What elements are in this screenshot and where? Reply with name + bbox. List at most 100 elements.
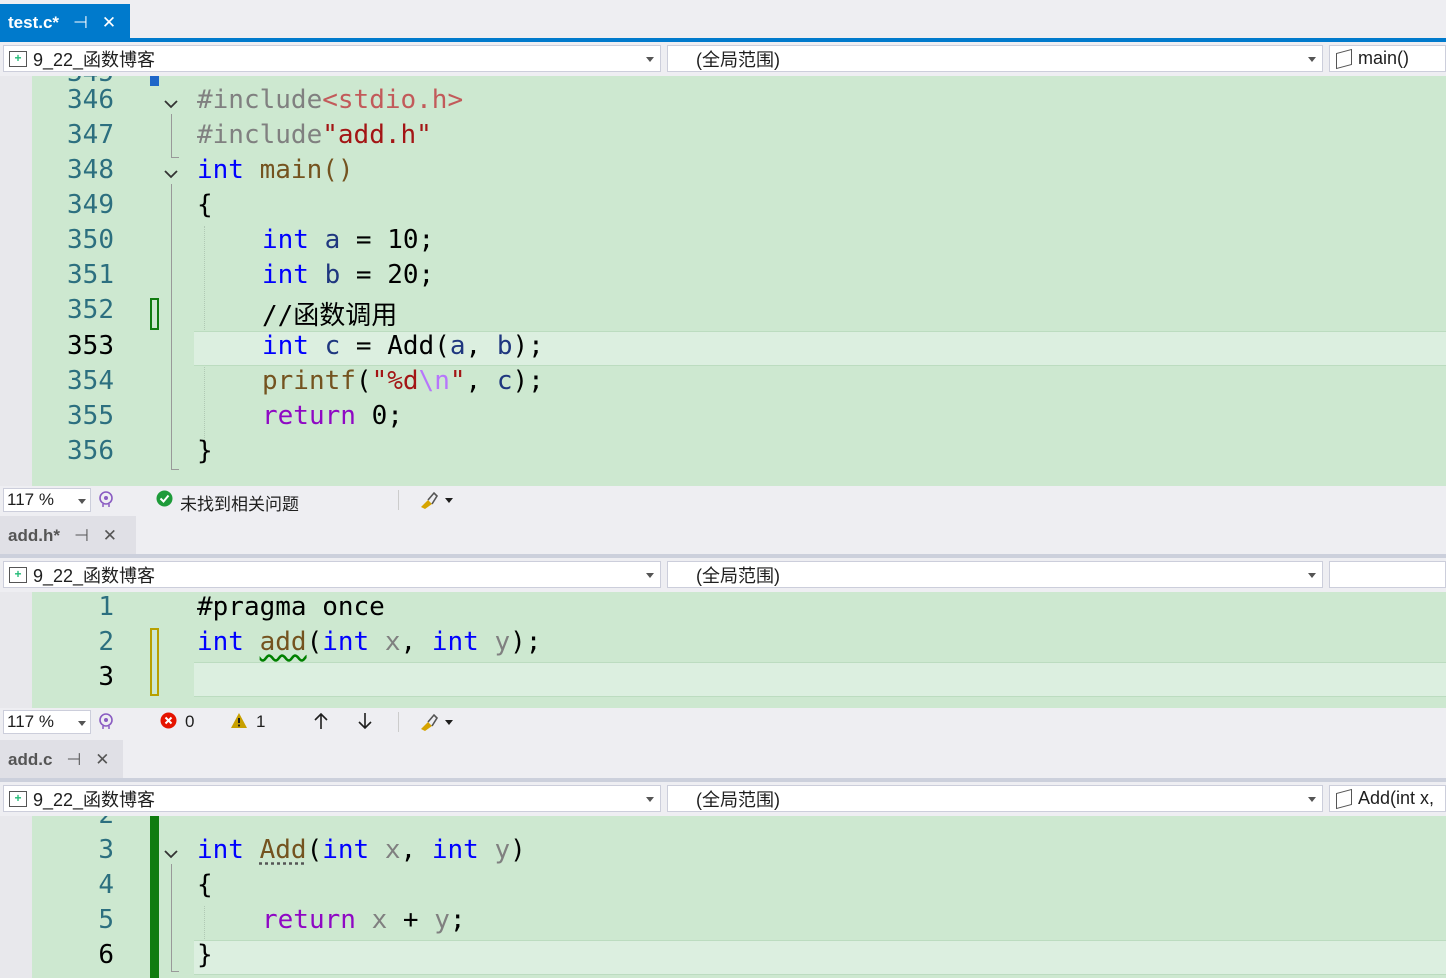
change-marker — [150, 298, 159, 330]
fold-icon[interactable] — [163, 846, 179, 862]
error-count[interactable]: 0 — [185, 712, 194, 732]
code-line: 1 #pragma once — [0, 592, 1446, 627]
fold-icon[interactable] — [163, 96, 179, 112]
tab-add-c[interactable]: add.c ⊣ ✕ — [0, 740, 123, 780]
warning-count[interactable]: 1 — [256, 712, 265, 732]
member-label: Add(int x, — [1358, 788, 1435, 808]
member-combo[interactable]: main() — [1329, 45, 1446, 72]
line-number: 3 — [98, 662, 114, 692]
line-number: 350 — [67, 225, 114, 255]
zoom-combo[interactable]: 117 % — [3, 488, 91, 512]
line-number: 2 — [98, 627, 114, 657]
code-text: int main() — [197, 155, 354, 185]
code-line: 2 — [0, 816, 1446, 835]
arrow-down-icon[interactable] — [357, 712, 373, 735]
code-line: 354 printf("%d\n", c); — [0, 366, 1446, 401]
cube-icon — [1336, 788, 1352, 809]
project-combo[interactable]: 9_22_函数博客 — [3, 561, 661, 588]
line-number: 351 — [67, 260, 114, 290]
brush-icon[interactable] — [418, 712, 456, 737]
code-text: } — [197, 940, 213, 970]
scope-combo[interactable]: (全局范围) — [667, 561, 1323, 588]
code-comment: //函数调用 — [262, 301, 398, 331]
code-text: int b = 20; — [262, 260, 435, 290]
scope-label: (全局范围) — [696, 565, 780, 586]
current-code-line: 6 } — [0, 940, 1446, 975]
line-number: 5 — [98, 905, 114, 935]
cube-icon — [1336, 48, 1352, 69]
code-text: return x + y; — [262, 905, 466, 935]
code-text: printf("%d\n", c); — [262, 366, 544, 396]
line-number: 3 — [98, 835, 114, 865]
project-icon — [9, 790, 27, 807]
code-text: int Add(int x, int y) — [197, 835, 526, 865]
project-combo[interactable]: 9_22_函数博客 — [3, 45, 661, 72]
line-number: 348 — [67, 155, 114, 185]
code-editor-add-c[interactable]: 2 3 int Add(int x, int y) 4 { 5 return x… — [0, 816, 1446, 978]
project-combo[interactable]: 9_22_函数博客 — [3, 785, 661, 812]
pin-icon[interactable]: ⊣ — [66, 750, 81, 770]
brain-icon[interactable] — [97, 712, 115, 735]
fold-icon[interactable] — [163, 166, 179, 182]
tab-add-h[interactable]: add.h* ⊣ ✕ — [0, 516, 136, 556]
member-combo[interactable] — [1329, 561, 1446, 588]
editor-status-bar: 117 % 0 1 — [0, 708, 1446, 736]
zoom-label: 117 % — [7, 490, 54, 509]
current-code-line: 353 int c = Add(a, b); — [0, 331, 1446, 366]
code-line: 350 int a = 10; — [0, 225, 1446, 260]
line-number: 2 — [32, 816, 114, 830]
navigation-bar: 9_22_函数博客 (全局范围) Add(int x, — [0, 782, 1446, 816]
pin-icon[interactable]: ⊣ — [74, 526, 89, 546]
tab-title: add.h* — [8, 526, 60, 545]
project-label: 9_22_函数博客 — [33, 565, 156, 586]
error-icon[interactable] — [160, 712, 177, 734]
chevron-down-icon — [78, 721, 86, 726]
code-editor-add-h[interactable]: 1 #pragma once 2 int add(int x, int y); … — [0, 592, 1446, 708]
tab-title: test.c* — [8, 13, 60, 32]
code-line: 3 int Add(int x, int y) — [0, 835, 1446, 870]
chevron-down-icon — [1308, 573, 1316, 578]
chevron-down-icon — [1308, 797, 1316, 802]
zoom-combo[interactable]: 117 % — [3, 710, 91, 734]
scope-label: (全局范围) — [696, 789, 780, 810]
member-combo[interactable]: Add(int x, — [1329, 785, 1446, 812]
brush-icon[interactable] — [418, 490, 456, 515]
project-icon — [9, 50, 27, 67]
project-icon — [9, 566, 27, 583]
scope-label: (全局范围) — [696, 49, 780, 70]
current-code-line: 3 — [0, 662, 1446, 697]
warning-icon[interactable] — [230, 712, 248, 734]
line-number: 1 — [98, 592, 114, 622]
chevron-down-icon — [646, 797, 654, 802]
issues-status-text[interactable]: 未找到相关问题 — [180, 490, 299, 515]
brain-icon[interactable] — [97, 490, 115, 513]
tabstrip-test-c: test.c* ⊣ ✕ — [0, 0, 1446, 42]
close-icon[interactable]: ✕ — [103, 526, 117, 546]
code-line: 347 #include"add.h" — [0, 120, 1446, 155]
line-number: 354 — [67, 366, 114, 396]
code-line: 4 { — [0, 870, 1446, 905]
line-number: 353 — [67, 331, 114, 361]
code-editor-test-c[interactable]: 345 346 #include<stdio.h> 347 #include"a… — [0, 76, 1446, 486]
chevron-down-icon — [1308, 57, 1316, 62]
close-icon[interactable]: ✕ — [95, 750, 109, 770]
code-text: #include<stdio.h> — [197, 85, 464, 115]
scope-combo[interactable]: (全局范围) — [667, 45, 1323, 72]
current-line-highlight — [194, 662, 1446, 697]
editor-status-bar: 117 % 未找到相关问题 — [0, 486, 1446, 514]
code-text: int add(int x, int y); — [197, 627, 542, 657]
code-line: 349 { — [0, 190, 1446, 225]
code-line: 5 return x + y; — [0, 905, 1446, 940]
scope-combo[interactable]: (全局范围) — [667, 785, 1323, 812]
tabstrip-add-c: add.c ⊣ ✕ — [0, 738, 1446, 782]
line-number: 346 — [67, 85, 114, 115]
tab-test-c[interactable]: test.c* ⊣ ✕ — [0, 4, 130, 42]
code-line: 346 #include<stdio.h> — [0, 85, 1446, 120]
close-icon[interactable]: ✕ — [102, 13, 116, 33]
arrow-up-icon[interactable] — [313, 712, 329, 735]
line-number: 347 — [67, 120, 114, 150]
code-text: { — [197, 870, 213, 900]
pin-icon[interactable]: ⊣ — [73, 13, 88, 33]
code-line: 351 int b = 20; — [0, 260, 1446, 295]
code-text: int c = Add(a, b); — [262, 331, 544, 361]
